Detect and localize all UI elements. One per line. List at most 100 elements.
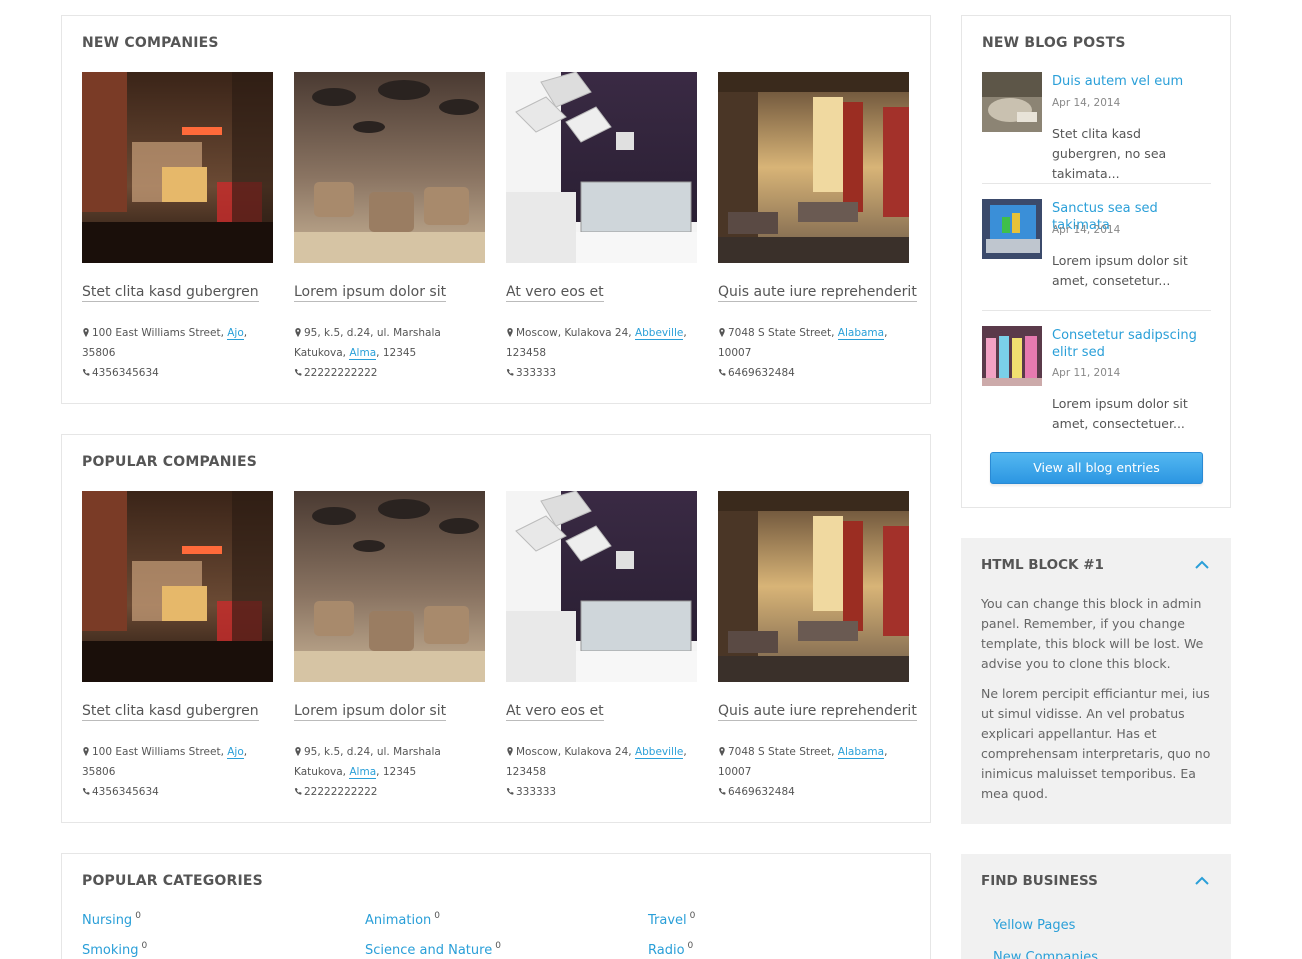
map-pin-icon bbox=[507, 747, 513, 756]
category-link[interactable]: Travel 0 bbox=[648, 911, 695, 928]
company-photo[interactable] bbox=[718, 491, 909, 682]
company-card[interactable]: Quis aute iure reprehenderit 7048 S Stat… bbox=[718, 72, 917, 379]
post-thumbnail[interactable] bbox=[982, 72, 1042, 132]
blog-post: Consetetur sadipscing elitr sed Apr 11, … bbox=[982, 326, 1211, 436]
company-name[interactable]: Lorem ipsum dolor sit bbox=[294, 703, 447, 721]
map-pin-icon bbox=[719, 747, 725, 756]
company-name[interactable]: Stet clita kasd gubergren bbox=[82, 703, 259, 721]
city-link[interactable]: Ajo bbox=[227, 327, 244, 340]
category-count: 0 bbox=[495, 941, 501, 951]
find-business-link[interactable]: Yellow Pages bbox=[993, 918, 1075, 933]
category-count: 0 bbox=[141, 941, 148, 951]
company-card[interactable]: Lorem ipsum dolor sit 95, k.5, d.24, ul.… bbox=[294, 491, 485, 798]
blog-post: Sanctus sea sed takimata Apr 14, 2014 Lo… bbox=[982, 199, 1211, 299]
post-date: Apr 11, 2014 bbox=[1052, 367, 1121, 379]
company-info: 100 East Williams Street, Ajo, 35806 435… bbox=[82, 746, 248, 798]
company-name[interactable]: Quis aute iure reprehenderit bbox=[718, 703, 917, 721]
company-address: Moscow, Kulakova 24, bbox=[516, 746, 632, 758]
company-photo[interactable] bbox=[82, 72, 273, 263]
company-zip: 35806 bbox=[82, 347, 116, 359]
post-excerpt: Lorem ipsum dolor sit amet, consetetur..… bbox=[1052, 253, 1188, 288]
company-phone: 4356345634 bbox=[92, 786, 159, 798]
company-zip: 123458 bbox=[506, 766, 547, 778]
company-address: Moscow, Kulakova 24, bbox=[516, 327, 632, 339]
company-name[interactable]: At vero eos et bbox=[506, 284, 604, 302]
post-divider bbox=[982, 310, 1211, 311]
find-business-panel: FIND BUSINESS Yellow Pages New Companies bbox=[961, 854, 1231, 959]
company-zip: 12345 bbox=[382, 347, 417, 359]
phone-icon bbox=[506, 368, 514, 376]
city-link[interactable]: Ajo bbox=[227, 746, 244, 759]
company-name[interactable]: Quis aute iure reprehenderit bbox=[718, 284, 917, 302]
company-name[interactable]: Lorem ipsum dolor sit bbox=[294, 284, 447, 302]
company-card[interactable]: At vero eos et Moscow, Kulakova 24, Abbe… bbox=[506, 72, 697, 379]
category-link[interactable]: Animation 0 bbox=[365, 911, 440, 928]
phone-icon bbox=[718, 368, 726, 376]
post-divider bbox=[982, 183, 1211, 184]
company-info: Moscow, Kulakova 24, Abbeville, 123458 3… bbox=[506, 327, 687, 379]
company-phone: 6469632484 bbox=[728, 367, 795, 379]
map-pin-icon bbox=[295, 328, 301, 337]
map-pin-icon bbox=[83, 328, 89, 337]
company-photo[interactable] bbox=[506, 491, 697, 682]
company-photo[interactable] bbox=[294, 72, 485, 263]
html-block-text: You can change this block in admin panel… bbox=[981, 596, 1204, 671]
city-link[interactable]: Alma bbox=[349, 766, 377, 779]
post-title-link[interactable]: Consetetur sadipscing elitr sed bbox=[1052, 327, 1211, 361]
new-companies-title: NEW COMPANIES bbox=[82, 35, 219, 51]
category-count: 0 bbox=[434, 911, 441, 921]
category-link[interactable]: Science and Nature 0 bbox=[365, 941, 501, 958]
company-name[interactable]: At vero eos et bbox=[506, 703, 604, 721]
category-count: 0 bbox=[135, 911, 141, 921]
blog-posts-panel: NEW BLOG POSTS Duis autem vel eum Apr 14… bbox=[961, 15, 1231, 508]
company-name[interactable]: Stet clita kasd gubergren bbox=[82, 284, 259, 302]
company-phone: 22222222222 bbox=[304, 786, 378, 798]
company-phone: 333333 bbox=[516, 786, 557, 798]
chevron-up-icon[interactable] bbox=[1195, 876, 1209, 886]
company-phone: 333333 bbox=[516, 367, 557, 379]
chevron-up-icon[interactable] bbox=[1195, 560, 1209, 570]
post-excerpt: Stet clita kasd gubergren, no sea takima… bbox=[1052, 126, 1167, 181]
company-info: 95, k.5, d.24, ul. Marshala Katukova, Al… bbox=[294, 327, 441, 379]
post-thumbnail[interactable] bbox=[982, 199, 1042, 259]
category-link[interactable]: Radio 0 bbox=[648, 941, 693, 958]
company-photo[interactable] bbox=[82, 491, 273, 682]
company-info: 100 East Williams Street, Ajo, 35806 435… bbox=[82, 327, 248, 379]
company-zip: 123458 bbox=[506, 347, 547, 359]
company-phone: 22222222222 bbox=[304, 367, 378, 379]
company-photo[interactable] bbox=[506, 72, 697, 263]
company-phone: 4356345634 bbox=[92, 367, 159, 379]
company-card[interactable]: Stet clita kasd gubergren 100 East Willi… bbox=[82, 72, 273, 379]
post-title-link[interactable]: Duis autem vel eum bbox=[1052, 73, 1211, 90]
phone-icon bbox=[718, 787, 726, 795]
post-date: Apr 14, 2014 bbox=[1052, 224, 1121, 236]
popular-companies-panel: POPULAR COMPANIES Stet clita kasd guberg… bbox=[61, 434, 931, 823]
company-card[interactable]: Lorem ipsum dolor sit 95, k.5, d.24, ul.… bbox=[294, 72, 485, 379]
phone-icon bbox=[82, 787, 90, 795]
city-link[interactable]: Abbeville bbox=[634, 746, 684, 759]
category-count: 0 bbox=[687, 941, 694, 951]
popular-categories-title: POPULAR CATEGORIES bbox=[82, 873, 263, 889]
view-all-blog-button[interactable]: View all blog entries bbox=[990, 452, 1203, 484]
html-block-title: HTML BLOCK #1 bbox=[981, 557, 1104, 573]
map-pin-icon bbox=[83, 747, 89, 756]
company-info: 7048 S State Street, Alabama, 10007 6469… bbox=[718, 327, 888, 379]
company-address: 7048 S State Street, bbox=[728, 746, 835, 758]
post-thumbnail[interactable] bbox=[982, 326, 1042, 386]
phone-icon bbox=[294, 787, 302, 795]
city-link[interactable]: Alabama bbox=[837, 327, 885, 340]
map-pin-icon bbox=[719, 328, 725, 337]
category-link[interactable]: Smoking 0 bbox=[82, 941, 147, 958]
company-card[interactable]: At vero eos et Moscow, Kulakova 24, Abbe… bbox=[506, 491, 697, 798]
city-link[interactable]: Alma bbox=[349, 347, 377, 360]
company-card[interactable]: Quis aute iure reprehenderit 7048 S Stat… bbox=[718, 491, 917, 798]
company-photo[interactable] bbox=[294, 491, 485, 682]
city-link[interactable]: Abbeville bbox=[634, 327, 684, 340]
company-address: 100 East Williams Street, bbox=[92, 327, 224, 339]
company-card[interactable]: Stet clita kasd gubergren 100 East Willi… bbox=[82, 491, 273, 798]
company-photo[interactable] bbox=[718, 72, 909, 263]
company-address: 100 East Williams Street, bbox=[92, 746, 224, 758]
city-link[interactable]: Alabama bbox=[837, 746, 885, 759]
find-business-link[interactable]: New Companies bbox=[993, 950, 1098, 959]
category-link[interactable]: Nursing 0 bbox=[82, 911, 141, 928]
